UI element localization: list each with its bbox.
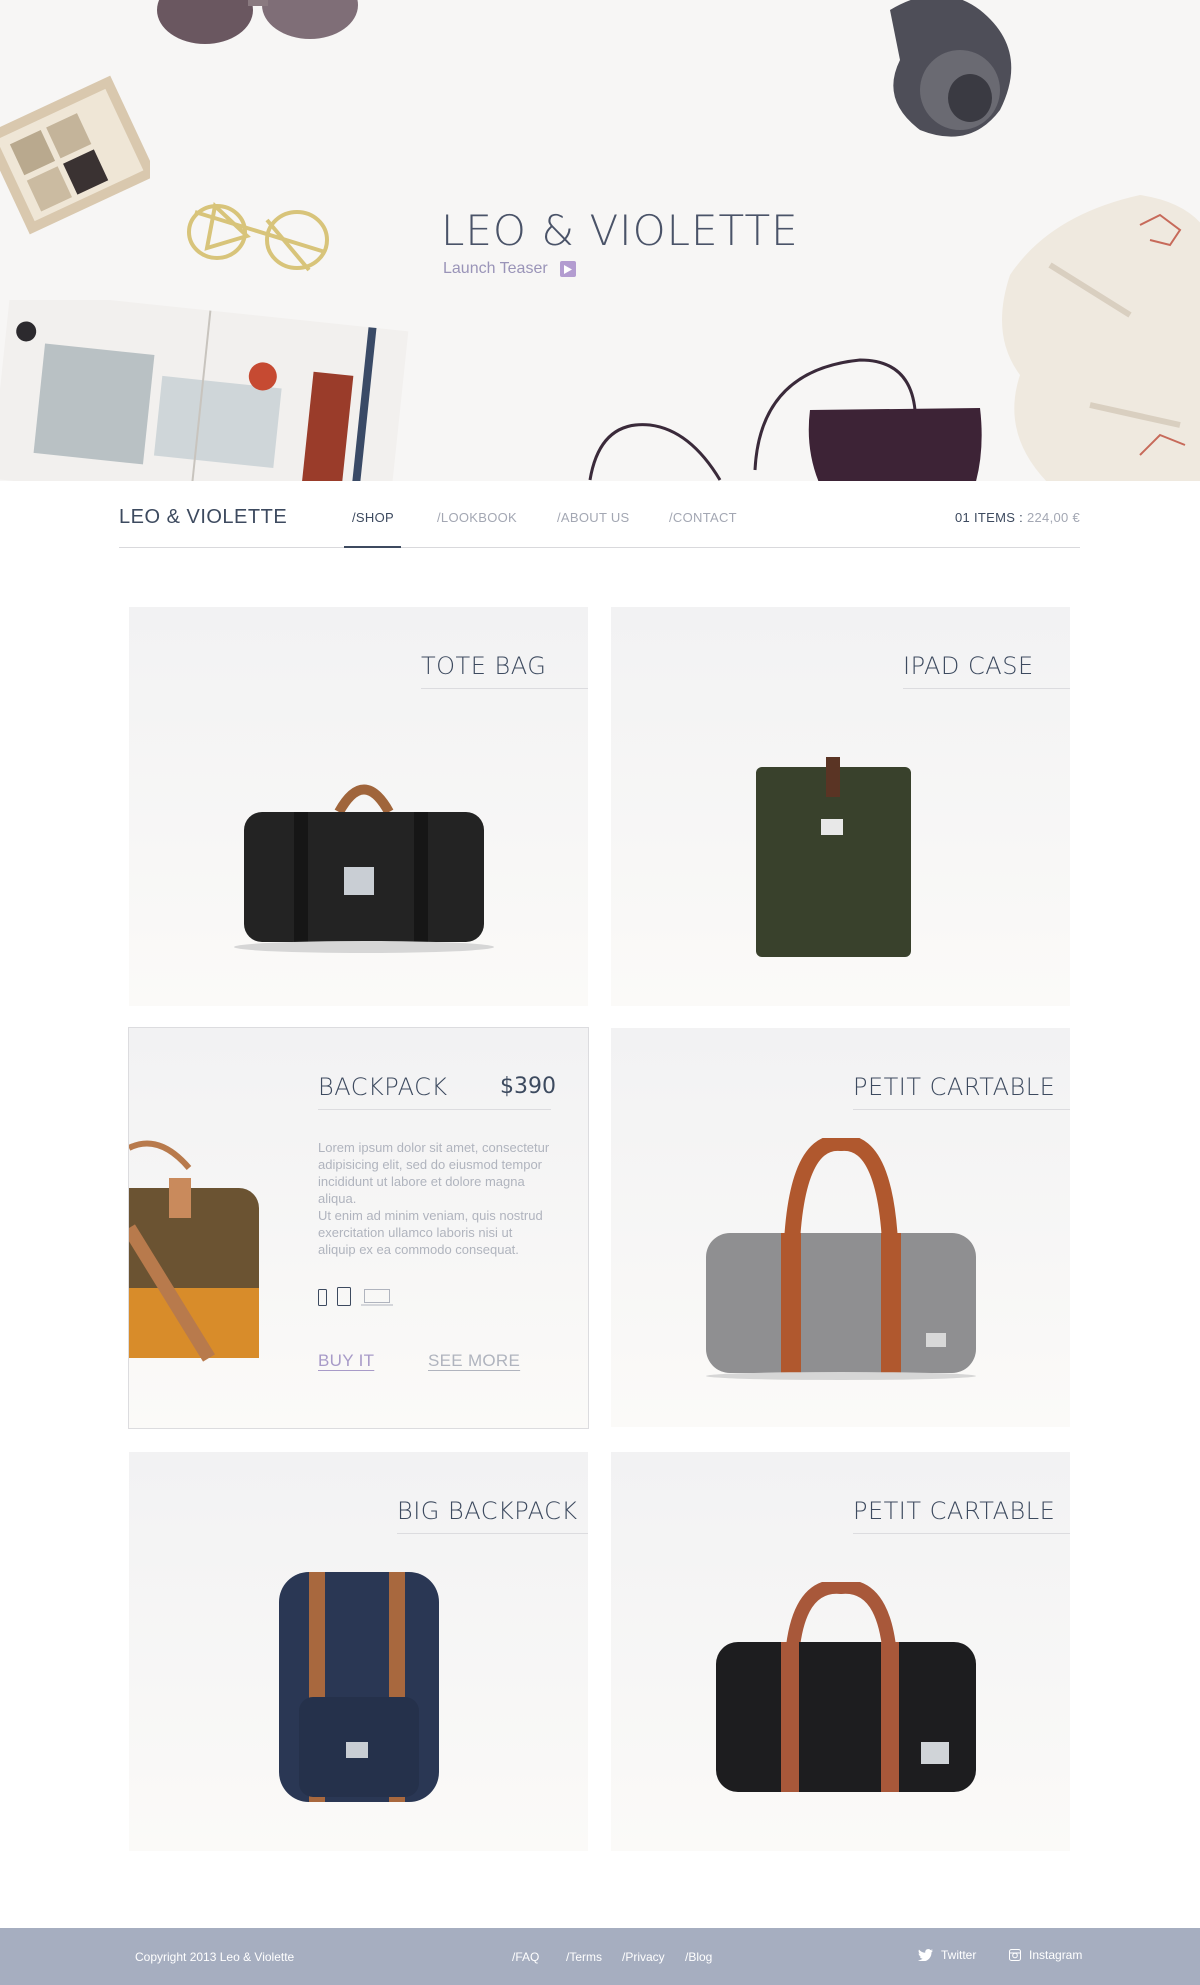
main-navigation: LEO & VIOLETTE /SHOP /LOOKBOOK /ABOUT US… xyxy=(119,481,1080,548)
launch-teaser-label: Launch Teaser xyxy=(443,260,548,277)
instagram-icon xyxy=(1009,1949,1021,1961)
nav-link-contact[interactable]: /CONTACT xyxy=(669,510,737,525)
product-card-backpack[interactable]: BACKPACK $390 Lorem ipsum dolor sit amet… xyxy=(128,1027,589,1429)
black-duffel-bag-image xyxy=(234,784,494,953)
instagram-link[interactable]: Instagram xyxy=(1009,1948,1082,1962)
nav-link-lookbook[interactable]: /LOOKBOOK xyxy=(437,510,517,525)
magazine-image xyxy=(0,300,409,481)
description-paragraph: Lorem ipsum dolor sit amet, consectetur … xyxy=(318,1140,550,1206)
product-card-big-backpack[interactable]: BIG BACKPACK xyxy=(129,1452,588,1851)
title-divider xyxy=(421,688,588,689)
laptop-icon[interactable] xyxy=(361,1289,393,1306)
cart-summary[interactable]: 01 ITEMS : 224,00 € xyxy=(955,510,1080,525)
title-divider xyxy=(853,1533,1070,1534)
wooden-box-image xyxy=(0,75,150,235)
footer-link-faq[interactable]: /FAQ xyxy=(512,1950,539,1964)
instagram-label: Instagram xyxy=(1029,1948,1083,1962)
buy-it-button[interactable]: BUY IT xyxy=(318,1351,374,1371)
hero-banner: LEO & VIOLETTE Launch Teaser xyxy=(0,0,1200,481)
title-divider xyxy=(318,1109,551,1110)
brand-logo[interactable]: LEO & VIOLETTE xyxy=(119,506,287,529)
title-divider xyxy=(397,1533,588,1534)
footer-link-privacy[interactable]: /Privacy xyxy=(622,1950,665,1964)
title-divider xyxy=(903,688,1070,689)
device-compatibility xyxy=(318,1287,393,1306)
twitter-label: Twitter xyxy=(941,1948,977,1962)
description-paragraph: Ut enim ad minim veniam, quis nostrud ex… xyxy=(318,1208,543,1257)
cart-count: 01 ITEMS : xyxy=(955,510,1024,525)
phone-icon[interactable] xyxy=(318,1289,327,1306)
product-price: $390 xyxy=(500,1074,556,1099)
purple-pouch-image xyxy=(588,358,982,481)
footer-link-blog[interactable]: /Blog xyxy=(685,1950,712,1964)
product-title: TOTE BAG xyxy=(421,652,547,680)
play-icon[interactable] xyxy=(559,261,576,277)
product-title: PETIT CARTABLE xyxy=(853,1073,1056,1101)
product-title: BACKPACK xyxy=(318,1073,448,1101)
product-title: IPAD CASE xyxy=(903,652,1034,680)
title-divider xyxy=(853,1109,1070,1110)
gold-brooch-image xyxy=(187,202,329,272)
twitter-link[interactable]: Twitter xyxy=(918,1948,976,1962)
hero-title: LEO & VIOLETTE xyxy=(441,206,799,255)
tablet-icon[interactable] xyxy=(337,1287,351,1306)
twitter-icon xyxy=(918,1949,933,1961)
green-ipad-sleeve-image xyxy=(756,757,911,957)
cart-price: 224,00 € xyxy=(1026,510,1080,525)
product-description: Lorem ipsum dolor sit amet, consectetur … xyxy=(318,1139,550,1258)
product-card-ipad-case[interactable]: IPAD CASE xyxy=(611,607,1070,1006)
textile-image xyxy=(1002,195,1200,481)
product-card-petit-cartable[interactable]: PETIT CARTABLE xyxy=(611,1028,1070,1427)
nav-link-about-us[interactable]: /ABOUT US xyxy=(557,510,630,525)
product-title: BIG BACKPACK xyxy=(397,1497,578,1525)
grey-duffel-bag-image xyxy=(706,1138,976,1380)
nav-link-shop[interactable]: /SHOP xyxy=(352,510,394,525)
footer-link-terms[interactable]: /Terms xyxy=(566,1950,602,1964)
glove-image xyxy=(890,0,1012,137)
sunglasses-image xyxy=(157,0,358,44)
product-title: PETIT CARTABLE xyxy=(853,1497,1056,1525)
copyright-text: Copyright 2013 Leo & Violette xyxy=(135,1950,295,1964)
active-tab-indicator xyxy=(344,546,401,548)
navy-backpack-image xyxy=(279,1572,439,1802)
launch-teaser-link[interactable]: Launch Teaser xyxy=(443,260,576,278)
product-card-tote-bag[interactable]: TOTE BAG xyxy=(129,607,588,1006)
site-footer: Copyright 2013 Leo & Violette /FAQ /Term… xyxy=(0,1928,1200,1985)
black-duffel-tan-straps-image xyxy=(716,1582,976,1792)
brown-doctor-bag-image xyxy=(129,1140,259,1362)
see-more-button[interactable]: SEE MORE xyxy=(428,1351,520,1371)
product-card-petit-cartable-black[interactable]: PETIT CARTABLE xyxy=(611,1452,1070,1851)
